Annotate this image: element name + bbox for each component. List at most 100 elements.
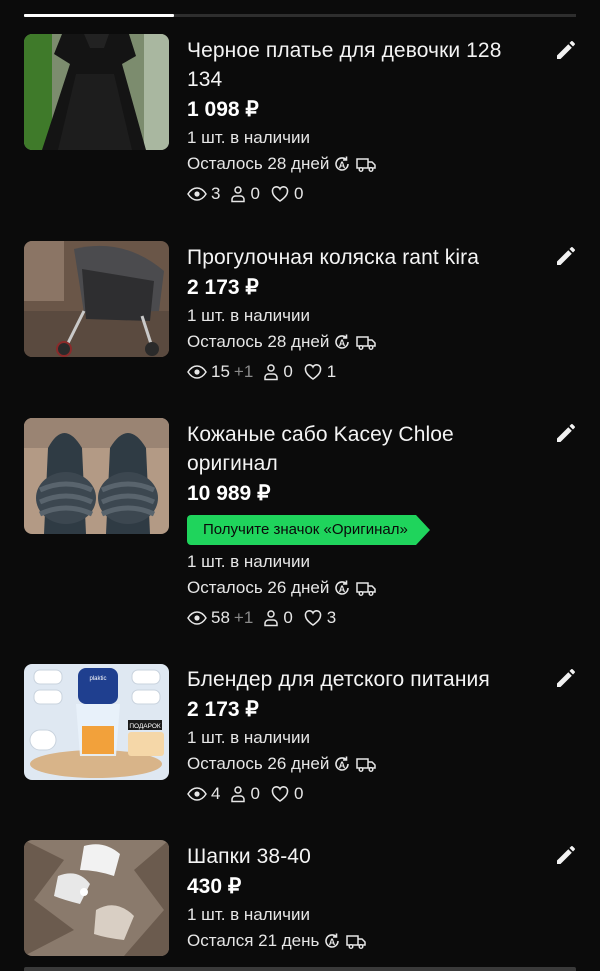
svg-text:A: A [339,338,346,348]
views-new-count: +1 [233,608,254,627]
dress-photo [24,34,169,150]
pencil-icon[interactable] [554,666,578,690]
contacts-stat: 0 [230,181,260,207]
brand-text: plaktic [89,676,106,682]
likes-stat: 1 [303,359,336,385]
listing-price: 10 989 ₽ [187,482,271,505]
truck-icon [356,158,377,172]
auto-renew-icon: A [335,334,350,349]
views-stat: 15 +1 [187,359,253,385]
expiry-row: Осталось 28 дней A [187,151,537,177]
auto-renew-icon: A [335,580,350,595]
stock-text: 1 шт. в наличии [187,306,311,325]
contacts-stat: 0 [263,359,293,385]
pencil-icon[interactable] [554,421,578,445]
truck-icon [356,758,377,772]
likes-stat: 0 [270,781,303,807]
stock-text: 1 шт. в наличии [187,128,311,147]
pencil-icon[interactable] [554,244,578,268]
contacts-count: 0 [283,608,293,627]
listing-photo[interactable] [24,418,169,534]
heart-icon [271,186,289,202]
expiry-row: Осталось 26 дней A [187,575,537,601]
listing-price: 430 ₽ [187,875,242,898]
svg-text:A: A [339,584,346,594]
stats-row: 58 +1 0 3 [187,605,537,631]
views-stat: 58 +1 [187,605,253,631]
truck-icon [356,336,377,350]
heart-icon [271,786,289,802]
badge-arrow-tip [415,515,430,545]
auto-renew-icon: A [335,756,350,771]
truck-icon [356,582,377,596]
pencil-icon[interactable] [554,843,578,867]
truck-icon [346,935,367,949]
stock-text: 1 шт. в наличии [187,552,311,571]
views-count: 3 [211,184,221,203]
contacts-count: 0 [283,362,293,381]
contacts-count: 0 [250,784,260,803]
eye-icon [187,611,207,625]
listing-price: 2 173 ₽ [187,698,259,721]
likes-stat: 0 [270,181,303,207]
views-count: 15 [211,362,230,381]
blender-photo: plaktic ПОДАРОК [24,664,169,780]
views-stat: 4 [187,781,220,807]
stats-row: 3 0 0 [187,181,537,207]
views-new-count: +1 [233,362,254,381]
stats-row: 4 0 0 [187,781,537,807]
listing-title[interactable]: Кожаные сабо Kacey Chloe оригинал [187,420,537,478]
listing-photo[interactable] [24,840,169,956]
stock-text: 1 шт. в наличии [187,905,311,924]
expiry-row: Осталось 28 дней A [187,329,537,355]
person-icon [264,610,279,627]
listing-price: 1 098 ₽ [187,98,259,121]
listing-title[interactable]: Черное платье для девочки 128 134 [187,36,537,94]
stock-text: 1 шт. в наличии [187,728,311,747]
listing-title[interactable]: Шапки 38-40 [187,842,537,871]
eye-icon [187,187,207,201]
views-count: 58 [211,608,230,627]
person-icon [264,364,279,381]
eye-icon [187,365,207,379]
likes-count: 1 [326,362,337,381]
gift-label: ПОДАРОК [129,723,161,730]
expiry-text: Осталось 26 дней [187,578,330,597]
contacts-stat: 0 [263,605,293,631]
bottom-sheet-edge [24,967,576,971]
heart-icon [304,610,322,626]
auto-renew-icon: A [335,156,350,171]
contacts-stat: 0 [230,781,260,807]
stats-row: 15 +1 0 1 [187,359,537,385]
listing-title[interactable]: Прогулочная коляска rant kira [187,243,537,272]
listing-title[interactable]: Блендер для детского питания [187,665,537,694]
original-badge-button[interactable]: Получите значок «Оригинал» [187,515,430,545]
expiry-row: Остался 21 день A [187,928,537,954]
listing-photo[interactable]: plaktic ПОДАРОК [24,664,169,780]
expiry-text: Осталось 26 дней [187,754,330,773]
pencil-icon[interactable] [554,38,578,62]
views-stat: 3 [187,181,220,207]
likes-count: 0 [293,184,304,203]
hats-photo [24,840,169,956]
expiry-text: Осталось 28 дней [187,332,330,351]
contacts-count: 0 [250,184,260,203]
listing-photo[interactable] [24,34,169,150]
svg-text:A: A [329,937,336,947]
auto-renew-icon: A [325,933,340,948]
svg-text:A: A [339,160,346,170]
clogs-photo [24,418,169,534]
likes-count: 0 [293,784,304,803]
expiry-row: Осталось 26 дней A [187,751,537,777]
eye-icon [187,787,207,801]
svg-text:A: A [339,760,346,770]
listing-photo[interactable] [24,241,169,357]
stroller-photo [24,241,169,357]
person-icon [231,186,246,203]
tab-indicator-active [24,14,174,17]
tab-indicator-track [24,14,576,17]
expiry-text: Остался 21 день [187,931,320,950]
heart-icon [304,364,322,380]
likes-stat: 3 [303,605,336,631]
original-badge-label: Получите значок «Оригинал» [187,515,416,545]
